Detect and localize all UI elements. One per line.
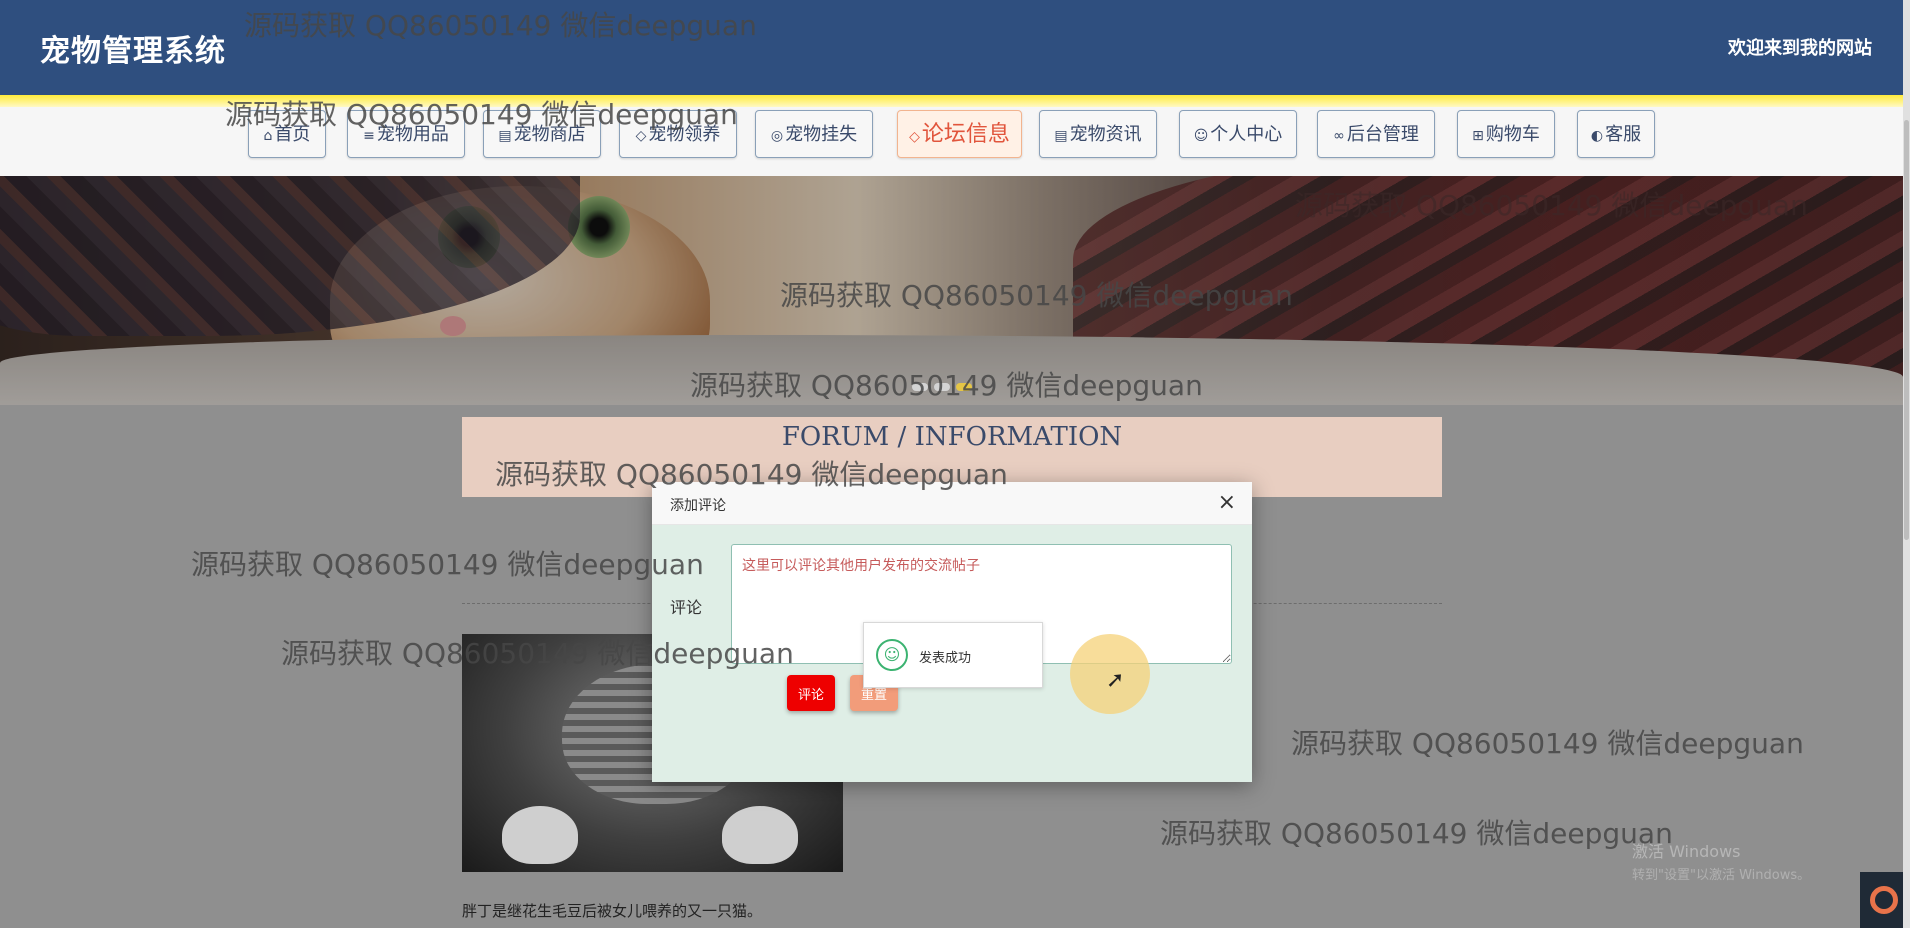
gear-icon [1870,886,1898,914]
mouse-cursor-icon: ➚ [1106,668,1125,693]
post-cat-paw [722,806,798,864]
link-icon: ∞ [1333,128,1345,144]
nav-pet-news[interactable]: ▤ 宠物资讯 [1039,110,1157,158]
cart-icon: ⊞ [1472,128,1484,144]
user-icon: ☺ [1193,128,1209,144]
windows-activation-title: 激活 Windows [1632,842,1741,861]
smile-icon: ☺ [876,639,908,671]
forum-title: FORUM / INFORMATION [781,422,1123,452]
site-title: 宠物管理系统 [40,34,226,69]
watermark-text: 源码获取 QQ86050149 微信deepguan [281,637,794,670]
windows-activation-hint: 转到"设置"以激活 Windows。 [1632,868,1811,883]
nav-user-center[interactable]: ☺ 个人中心 [1179,110,1297,158]
watermark-text: 源码获取 QQ86050149 微信deepguan [1291,727,1804,760]
watermark-text: 源码获取 QQ86050149 微信deepguan [1295,189,1808,222]
watermark-text: 源码获取 QQ86050149 微信deepguan [244,9,757,42]
comment-submit-button[interactable]: 评论 [787,675,835,711]
post-text: 胖丁是继花生毛豆后被女儿喂养的又一只猫。 [462,902,763,920]
watermark-text: 源码获取 QQ86050149 微信deepguan [780,279,1293,312]
success-toast: ☺ 发表成功 [863,622,1043,688]
watermark-text: 源码获取 QQ86050149 微信deepguan [690,369,1203,402]
close-icon[interactable]: × [1218,490,1236,515]
watermark-text: 源码获取 QQ86050149 微信deepguan [1160,817,1673,850]
pet-icon: ◎ [770,128,784,144]
nav-forum[interactable]: ◇论坛信息 [897,110,1022,158]
nav-cart[interactable]: ⊞ 购物车 [1457,110,1555,158]
watermark-text: 源码获取 QQ86050149 微信deepguan [225,98,738,131]
post-cat-paw [502,806,578,864]
nav-pet-lost[interactable]: ◎ 宠物挂失 [755,110,873,158]
tag-icon: ◇ [909,129,920,145]
chat-icon: ◐ [1590,128,1604,144]
watermark-text: 源码获取 QQ86050149 微信deepguan [191,548,704,581]
dialog-title: 添加评论 [670,498,726,514]
toast-message: 发表成功 [919,651,972,666]
welcome-text: 欢迎来到我的网站 [1728,38,1872,59]
watermark-text: 源码获取 QQ86050149 微信deepguan [495,458,1008,491]
news-icon: ▤ [1054,128,1068,144]
nav-service[interactable]: ◐ 客服 [1577,110,1655,158]
comment-label: 评论 [670,598,703,617]
scrollbar-thumb[interactable] [1904,120,1909,540]
page-scrollbar[interactable] [1903,0,1910,928]
nav-admin[interactable]: ∞ 后台管理 [1317,110,1435,158]
